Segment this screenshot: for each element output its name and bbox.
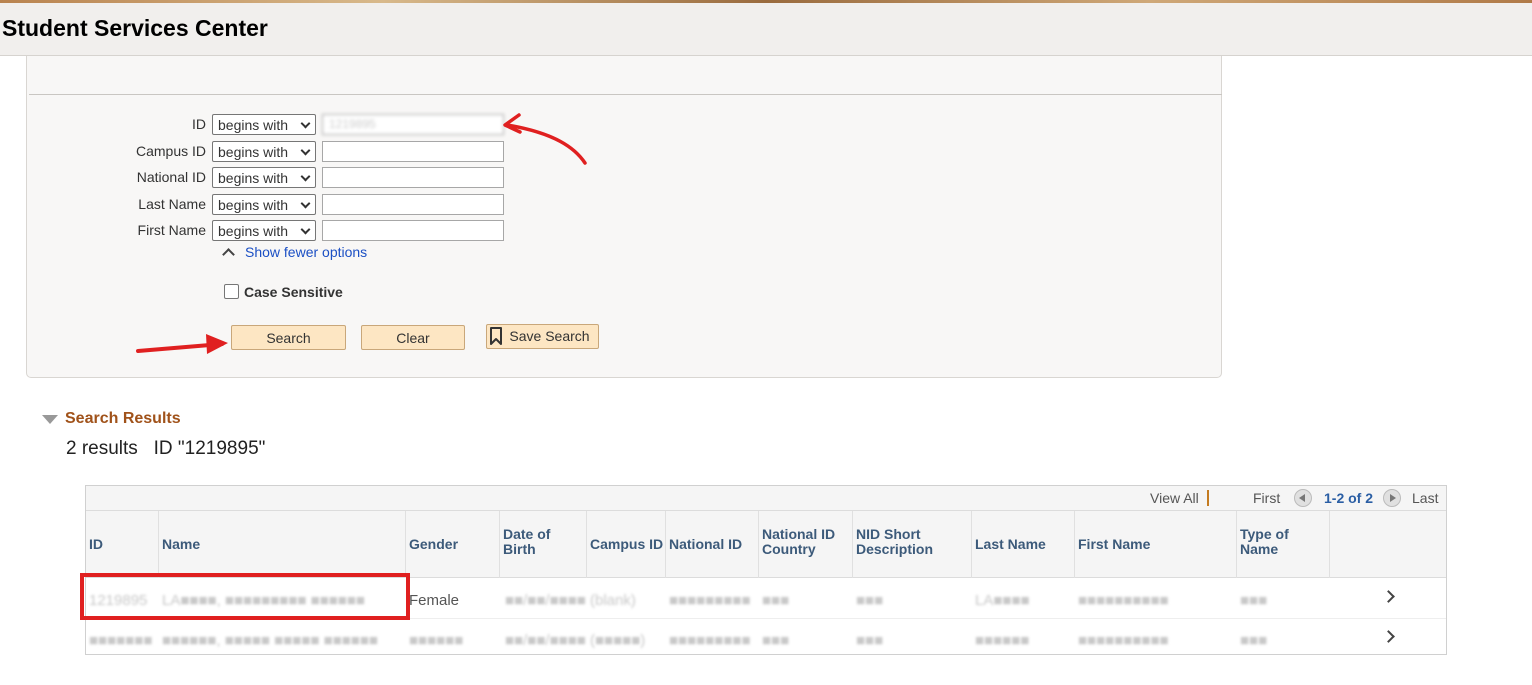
cell-campus-id: (blank) [590,592,636,609]
pager-separator [1207,490,1209,506]
table-row[interactable]: ■■■■■■■ ■■■■■■, ■■■■■ ■■■■■ ■■■■■■ ■■■■■… [86,619,1446,659]
case-sensitive-label: Case Sensitive [244,284,343,300]
annotation-arrow-to-search-button [136,334,228,354]
column-header-last-name[interactable]: Last Name [972,511,1075,578]
chevron-down-icon [300,224,311,235]
cell-last-name: LA■■■■ [975,592,1030,609]
national-id-input[interactable] [322,167,504,188]
grid-header-row: ID Name Gender Date of Birth Campus ID N… [86,511,1446,578]
case-sensitive-checkbox[interactable] [224,284,239,299]
chevron-down-icon [300,145,311,156]
clear-button[interactable]: Clear [361,325,465,350]
page-range: 1-2 of 2 [1324,490,1374,506]
column-header-first-name[interactable]: First Name [1075,511,1237,578]
cell-nid-short: ■■■ [856,592,884,609]
annotation-highlight-box [80,573,410,620]
search-button[interactable]: Search [231,325,346,350]
chevron-right-icon[interactable] [1382,590,1395,603]
column-header-type-of-name[interactable]: Type of Name [1237,511,1330,578]
national-id-operator-select[interactable]: begins with [212,167,316,188]
first-page-label[interactable]: First [1253,490,1280,506]
last-name-operator-select[interactable]: begins with [212,194,316,215]
column-header-name[interactable]: Name [159,511,406,578]
cell-date-of-birth: ■■/■■/■■■■ [505,632,586,649]
view-all-link[interactable]: View All [1150,490,1199,506]
field-label-national-id: National ID [136,169,206,185]
annotation-arrow-to-id-input [503,113,587,165]
arrow-right-icon [1390,494,1396,502]
collapse-triangle-icon[interactable] [42,415,58,424]
column-header-gender[interactable]: Gender [406,511,500,578]
column-header-date-of-birth[interactable]: Date of Birth [500,511,587,578]
column-header-id[interactable]: ID [86,511,159,578]
grid-pager-bar: View All First 1-2 of 2 Last [86,486,1446,511]
bookmark-icon [490,327,502,345]
id-operator-select[interactable]: begins with [212,114,316,135]
last-page-label[interactable]: Last [1412,490,1438,506]
chevron-right-icon[interactable] [1382,630,1395,643]
cell-id: ■■■■■■■ [89,632,153,649]
cell-gender: ■■■■■■ [409,632,464,649]
cell-type-of-name: ■■■ [1240,632,1268,649]
show-fewer-options-link[interactable]: Show fewer options [245,244,367,260]
column-header-national-id[interactable]: National ID [666,511,759,578]
cell-type-of-name: ■■■ [1240,592,1268,609]
field-label-campus-id: Campus ID [135,143,206,159]
cell-national-id: ■■■■■■■■■ [669,632,751,649]
campus-id-input[interactable] [322,141,504,162]
column-header-campus-id[interactable]: Campus ID [587,511,666,578]
cell-nid-short: ■■■ [856,632,884,649]
next-page-button[interactable] [1383,489,1401,507]
chevron-down-icon [300,118,311,129]
cell-first-name: ■■■■■■■■■■ [1078,632,1169,649]
previous-page-button[interactable] [1294,489,1312,507]
search-results-heading[interactable]: Search Results [65,410,181,428]
field-label-first-name: First Name [137,222,206,238]
cell-name: ■■■■■■, ■■■■■ ■■■■■ ■■■■■■ [162,632,378,649]
panel-divider [29,94,1222,95]
column-header-national-id-country[interactable]: National ID Country [759,511,853,578]
column-header-nid-short-description[interactable]: NID Short Description [853,511,972,578]
cell-gender: Female [409,592,460,609]
cell-first-name: ■■■■■■■■■■ [1078,592,1169,609]
results-summary: 2 results ID "1219895" [66,438,266,459]
field-label-id: ID [192,116,206,132]
cell-nid-country: ■■■ [762,592,790,609]
chevron-down-icon [300,171,311,182]
cell-campus-id: (■■■■■) [590,632,646,649]
id-input[interactable]: 1219895 [322,114,504,135]
cell-last-name: ■■■■■■ [975,632,1030,649]
app-header: Student Services Center [0,3,1532,56]
chevron-down-icon [300,198,311,209]
last-name-input[interactable] [322,194,504,215]
campus-id-operator-select[interactable]: begins with [212,141,316,162]
cell-national-id: ■■■■■■■■■ [669,592,751,609]
page-title: Student Services Center [2,15,268,41]
cell-nid-country: ■■■ [762,632,790,649]
field-label-last-name: Last Name [138,196,206,212]
cell-date-of-birth: ■■/■■/■■■■ [505,592,586,609]
first-name-input[interactable] [322,220,504,241]
results-grid: View All First 1-2 of 2 Last ID Name Gen… [85,485,1447,655]
first-name-operator-select[interactable]: begins with [212,220,316,241]
arrow-left-icon [1299,494,1305,502]
